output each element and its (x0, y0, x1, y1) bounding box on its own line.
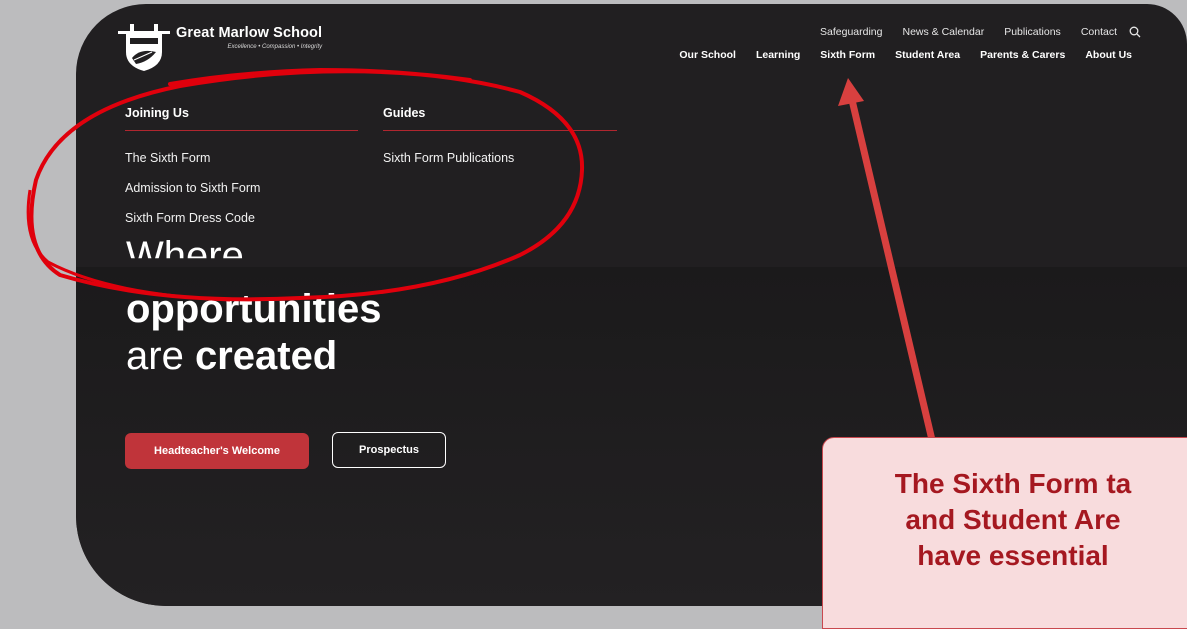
arrow-head (838, 78, 864, 106)
annotation-line-3: have essential (917, 540, 1109, 571)
freehand-circle (29, 67, 585, 302)
freehand-circle-tail (26, 189, 231, 302)
arrow-shaft (848, 99, 936, 441)
annotation-callout: The Sixth Form ta and Student Are have e… (822, 437, 1187, 629)
annotation-line-1: The Sixth Form ta (894, 468, 1132, 499)
annotation-line-2: and Student Are (905, 504, 1121, 535)
